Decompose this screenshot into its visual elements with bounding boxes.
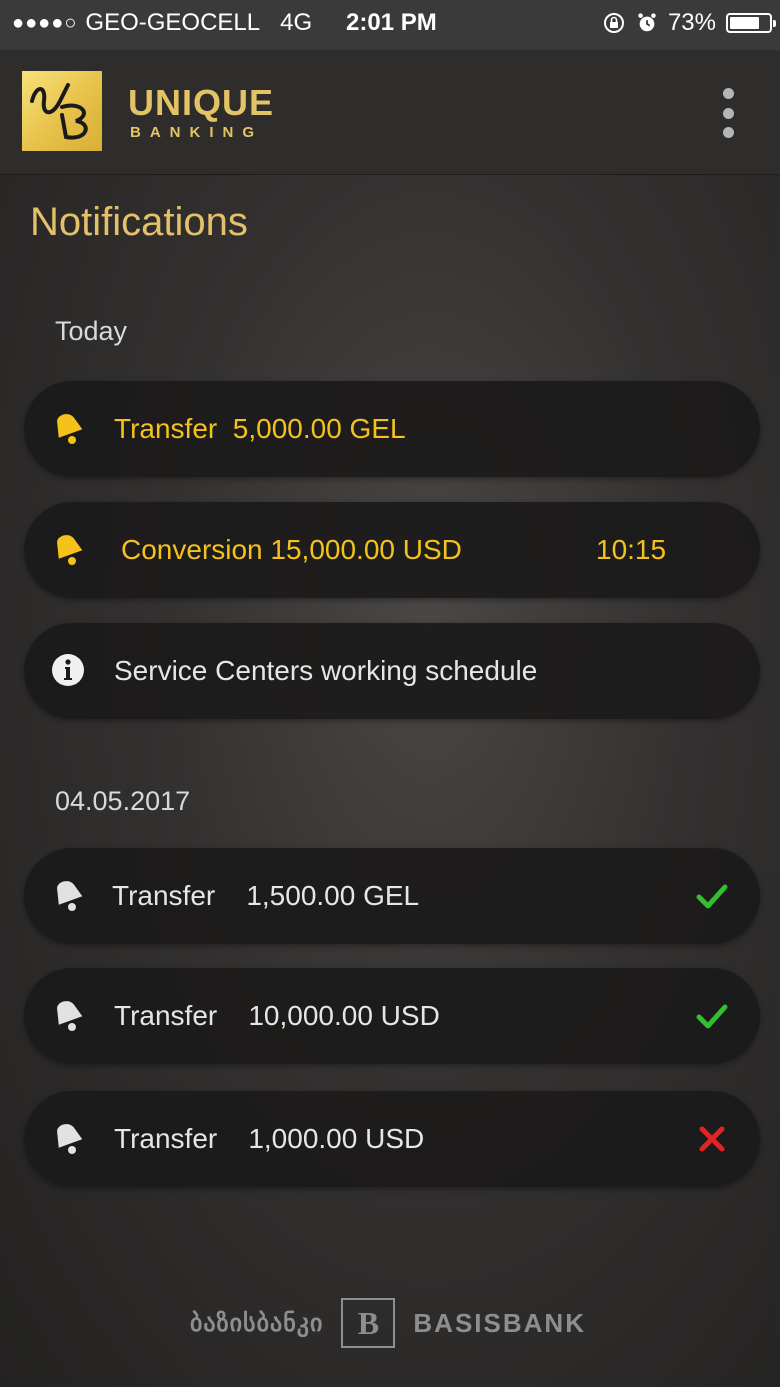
bell-icon bbox=[57, 535, 83, 565]
carrier-name: GEO-GEOCELL bbox=[85, 9, 261, 36]
notification-text: Transfer 5,000.00 GEL bbox=[114, 413, 406, 444]
footer-english-name: BASISBANK bbox=[413, 1307, 586, 1338]
bell-icon bbox=[57, 1124, 83, 1154]
signal-dots-icon: ●●●●○ bbox=[12, 11, 78, 34]
rotation-lock-icon bbox=[603, 13, 624, 33]
notification-item[interactable]: Transfer 1,500.00 GEL bbox=[24, 848, 760, 944]
info-icon bbox=[52, 654, 84, 686]
bell-icon bbox=[57, 414, 83, 444]
footer-georgian-name: ბაზისბანკი bbox=[190, 1309, 324, 1337]
checkmark-icon bbox=[696, 1004, 728, 1029]
notification-text: Conversion 15,000.00 USD bbox=[121, 534, 462, 565]
bell-icon bbox=[57, 881, 83, 911]
kebab-menu-icon[interactable] bbox=[716, 88, 740, 138]
notification-time: 10:15 bbox=[596, 534, 667, 565]
battery-percent: 73% bbox=[667, 9, 716, 36]
notification-text: Service Centers working schedule bbox=[114, 655, 538, 686]
clock: 2:01 PM bbox=[346, 9, 437, 36]
brand-name: UNIQUE bbox=[128, 82, 275, 123]
section-label-today: Today bbox=[55, 316, 128, 346]
notification-item[interactable]: Conversion 15,000.00 USD 10:15 bbox=[24, 502, 760, 598]
notification-item[interactable]: Transfer 5,000.00 GEL bbox=[24, 381, 760, 477]
notification-text: Transfer 1,500.00 GEL bbox=[112, 880, 420, 911]
section-label-date: 04.05.2017 bbox=[55, 786, 191, 816]
notification-item[interactable]: Transfer 10,000.00 USD bbox=[24, 968, 760, 1064]
cross-icon bbox=[699, 1126, 725, 1152]
battery-icon bbox=[726, 13, 776, 33]
brand-subtitle: BANKING bbox=[130, 124, 263, 141]
notification-item[interactable]: Transfer 1,000.00 USD bbox=[24, 1091, 760, 1187]
app-header bbox=[0, 50, 780, 175]
ub-logo-icon bbox=[22, 71, 102, 151]
notification-text: Transfer 1,000.00 USD bbox=[114, 1123, 425, 1154]
checkmark-icon bbox=[696, 884, 728, 909]
status-bar: ●●●●○ GEO-GEOCELL 4G 2:01 PM 73% bbox=[0, 0, 780, 50]
page-title: Notifications bbox=[30, 200, 248, 244]
network-type: 4G bbox=[280, 9, 313, 36]
notification-item[interactable]: Service Centers working schedule bbox=[24, 623, 760, 719]
basisbank-logo-icon: B bbox=[341, 1298, 396, 1348]
notification-text: Transfer 10,000.00 USD bbox=[114, 1000, 440, 1031]
alarm-icon bbox=[638, 13, 656, 32]
footer-brand: ბაზისბანკი B BASISBANK bbox=[190, 1298, 586, 1348]
bell-icon bbox=[57, 1001, 83, 1031]
